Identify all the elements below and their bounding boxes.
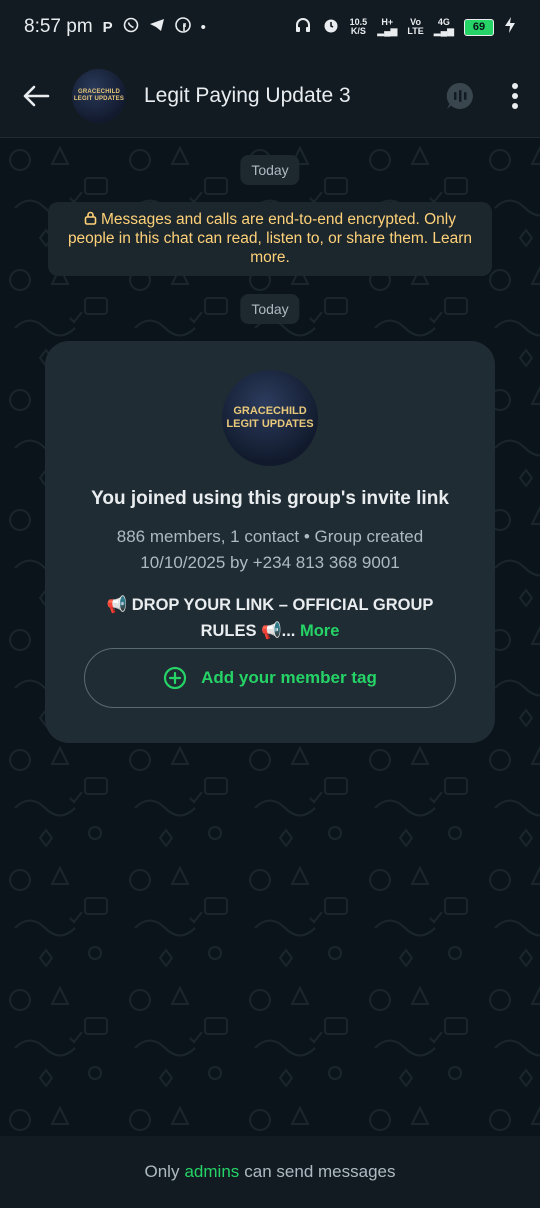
- more-options-button[interactable]: [490, 54, 540, 138]
- signal-hplus: H+ ▂▄▆: [377, 17, 398, 36]
- parking-icon: P: [102, 18, 113, 36]
- charging-icon: [504, 16, 516, 38]
- encryption-notice[interactable]: Messages and calls are end-to-end encryp…: [48, 202, 492, 276]
- add-circle-icon: [164, 666, 187, 690]
- signal-volte: Vo LTE: [407, 18, 423, 36]
- invite-title: You joined using this group's invite lin…: [91, 488, 449, 509]
- status-time: 8:57 pm: [24, 16, 93, 37]
- encryption-text: Messages and calls are end-to-end encryp…: [67, 211, 473, 266]
- headphones-icon: [294, 16, 312, 38]
- volte-bottom: LTE: [407, 26, 424, 36]
- admins-link[interactable]: admins: [184, 1162, 239, 1182]
- telegram-icon: [149, 17, 165, 37]
- avatar-line1: GRACECHILD: [78, 88, 120, 95]
- date-chip-2: Today: [240, 294, 300, 324]
- add-member-tag-label: Add your member tag: [201, 668, 377, 687]
- card-group-avatar[interactable]: GRACECHILD LEGIT UPDATES: [222, 370, 318, 466]
- admin-only-notice: Only admins can send messages: [0, 1136, 540, 1208]
- group-description: 📢 DROP YOUR LINK – OFFICIAL GROUP RULES …: [85, 592, 455, 644]
- facebook-icon: [174, 17, 191, 37]
- add-member-tag-button[interactable]: Add your member tag: [84, 648, 456, 708]
- card-avatar-line1: GRACECHILD: [233, 405, 307, 417]
- dot-icon: •: [200, 18, 206, 36]
- signal-4g: 4G ▂▄▆: [433, 17, 454, 36]
- card-avatar-line2: LEGIT UPDATES: [226, 418, 314, 430]
- more-link[interactable]: More: [300, 622, 339, 640]
- signal-hplus-label: H+: [381, 17, 394, 27]
- signal-4g-label: 4G: [437, 17, 450, 27]
- group-description-text: 📢 DROP YOUR LINK – OFFICIAL GROUP RULES …: [106, 596, 434, 640]
- group-meta: 886 members, 1 contact • Group created 1…: [116, 527, 424, 572]
- back-button[interactable]: [0, 54, 72, 138]
- status-bar-left: 8:57 pm P •: [24, 16, 206, 38]
- more-vertical-icon: [512, 82, 518, 109]
- whatsapp-icon: [123, 17, 139, 37]
- net-speed: 10.5 K/S: [350, 18, 368, 36]
- back-arrow-icon: [23, 85, 50, 106]
- notice-suffix: can send messages: [244, 1162, 396, 1181]
- net-speed-unit: K/S: [350, 26, 366, 36]
- date-chip: Today: [240, 155, 300, 185]
- notice-prefix: Only: [144, 1162, 180, 1181]
- group-call-button[interactable]: [430, 54, 490, 138]
- lock-icon: [84, 211, 97, 225]
- status-bar-right: 10.5 K/S H+ ▂▄▆ Vo LTE 4G ▂▄▆ 69: [294, 16, 516, 38]
- chat-header: GRACECHILD LEGIT UPDATES Legit Paying Up…: [0, 54, 540, 138]
- call-icon: [446, 82, 473, 109]
- battery-icon: 69: [464, 18, 494, 36]
- avatar-line2: LEGIT UPDATES: [73, 95, 125, 102]
- group-info-card: GRACECHILD LEGIT UPDATES You joined usin…: [45, 341, 495, 743]
- chat-area[interactable]: Today Messages and calls are end-to-end …: [0, 138, 540, 1136]
- chat-title[interactable]: Legit Paying Update 3: [144, 84, 430, 108]
- status-bar: 8:57 pm P • 10.5 K/S H+ ▂▄▆ Vo LTE 4G ▂▄…: [0, 0, 540, 54]
- alarm-icon: [322, 16, 340, 38]
- group-avatar[interactable]: GRACECHILD LEGIT UPDATES: [72, 68, 126, 123]
